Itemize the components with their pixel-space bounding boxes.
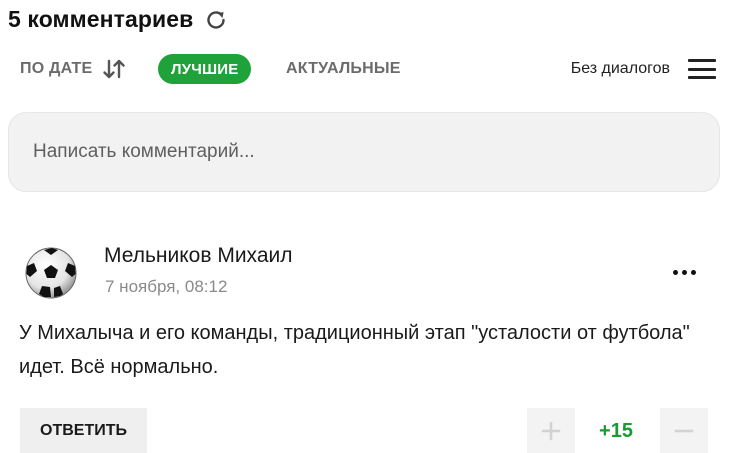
dialogs-view-label: Без диалогов (570, 60, 670, 77)
refresh-icon[interactable] (203, 7, 229, 33)
sort-by-date-tab[interactable]: ПО ДАТЕ (20, 54, 126, 84)
minus-icon[interactable] (660, 408, 708, 453)
comment-author[interactable]: Мельников Михаил (104, 244, 292, 268)
sort-actual-tab[interactable]: АКТУАЛЬНЫЕ (286, 54, 401, 84)
comment-input[interactable] (8, 112, 720, 192)
sort-bar: ПО ДАТЕ ЛУЧШИЕ АКТУАЛЬНЫЕ Без диалогов (0, 54, 730, 84)
comments-header: 5 комментариев (8, 6, 229, 33)
comments-count-title: 5 комментариев (8, 6, 194, 32)
hamburger-menu-icon (688, 59, 716, 79)
soccer-ball-avatar[interactable] (24, 246, 78, 300)
sort-by-date-label: ПО ДАТЕ (20, 60, 93, 77)
sort-best-tab[interactable]: ЛУЧШИЕ (158, 54, 252, 84)
comment-text: У Михалыча и его команды, традиционный э… (19, 322, 690, 378)
sort-arrows-icon (102, 59, 126, 79)
dialogs-view-toggle[interactable]: Без диалогов (571, 54, 716, 84)
comment-date: 7 ноября, 08:12 (105, 277, 228, 296)
plus-icon[interactable] (527, 408, 575, 453)
more-dots-icon[interactable] (664, 262, 704, 282)
comment-score: +15 (599, 420, 633, 442)
reply-button[interactable]: ОТВЕТИТЬ (20, 408, 147, 453)
